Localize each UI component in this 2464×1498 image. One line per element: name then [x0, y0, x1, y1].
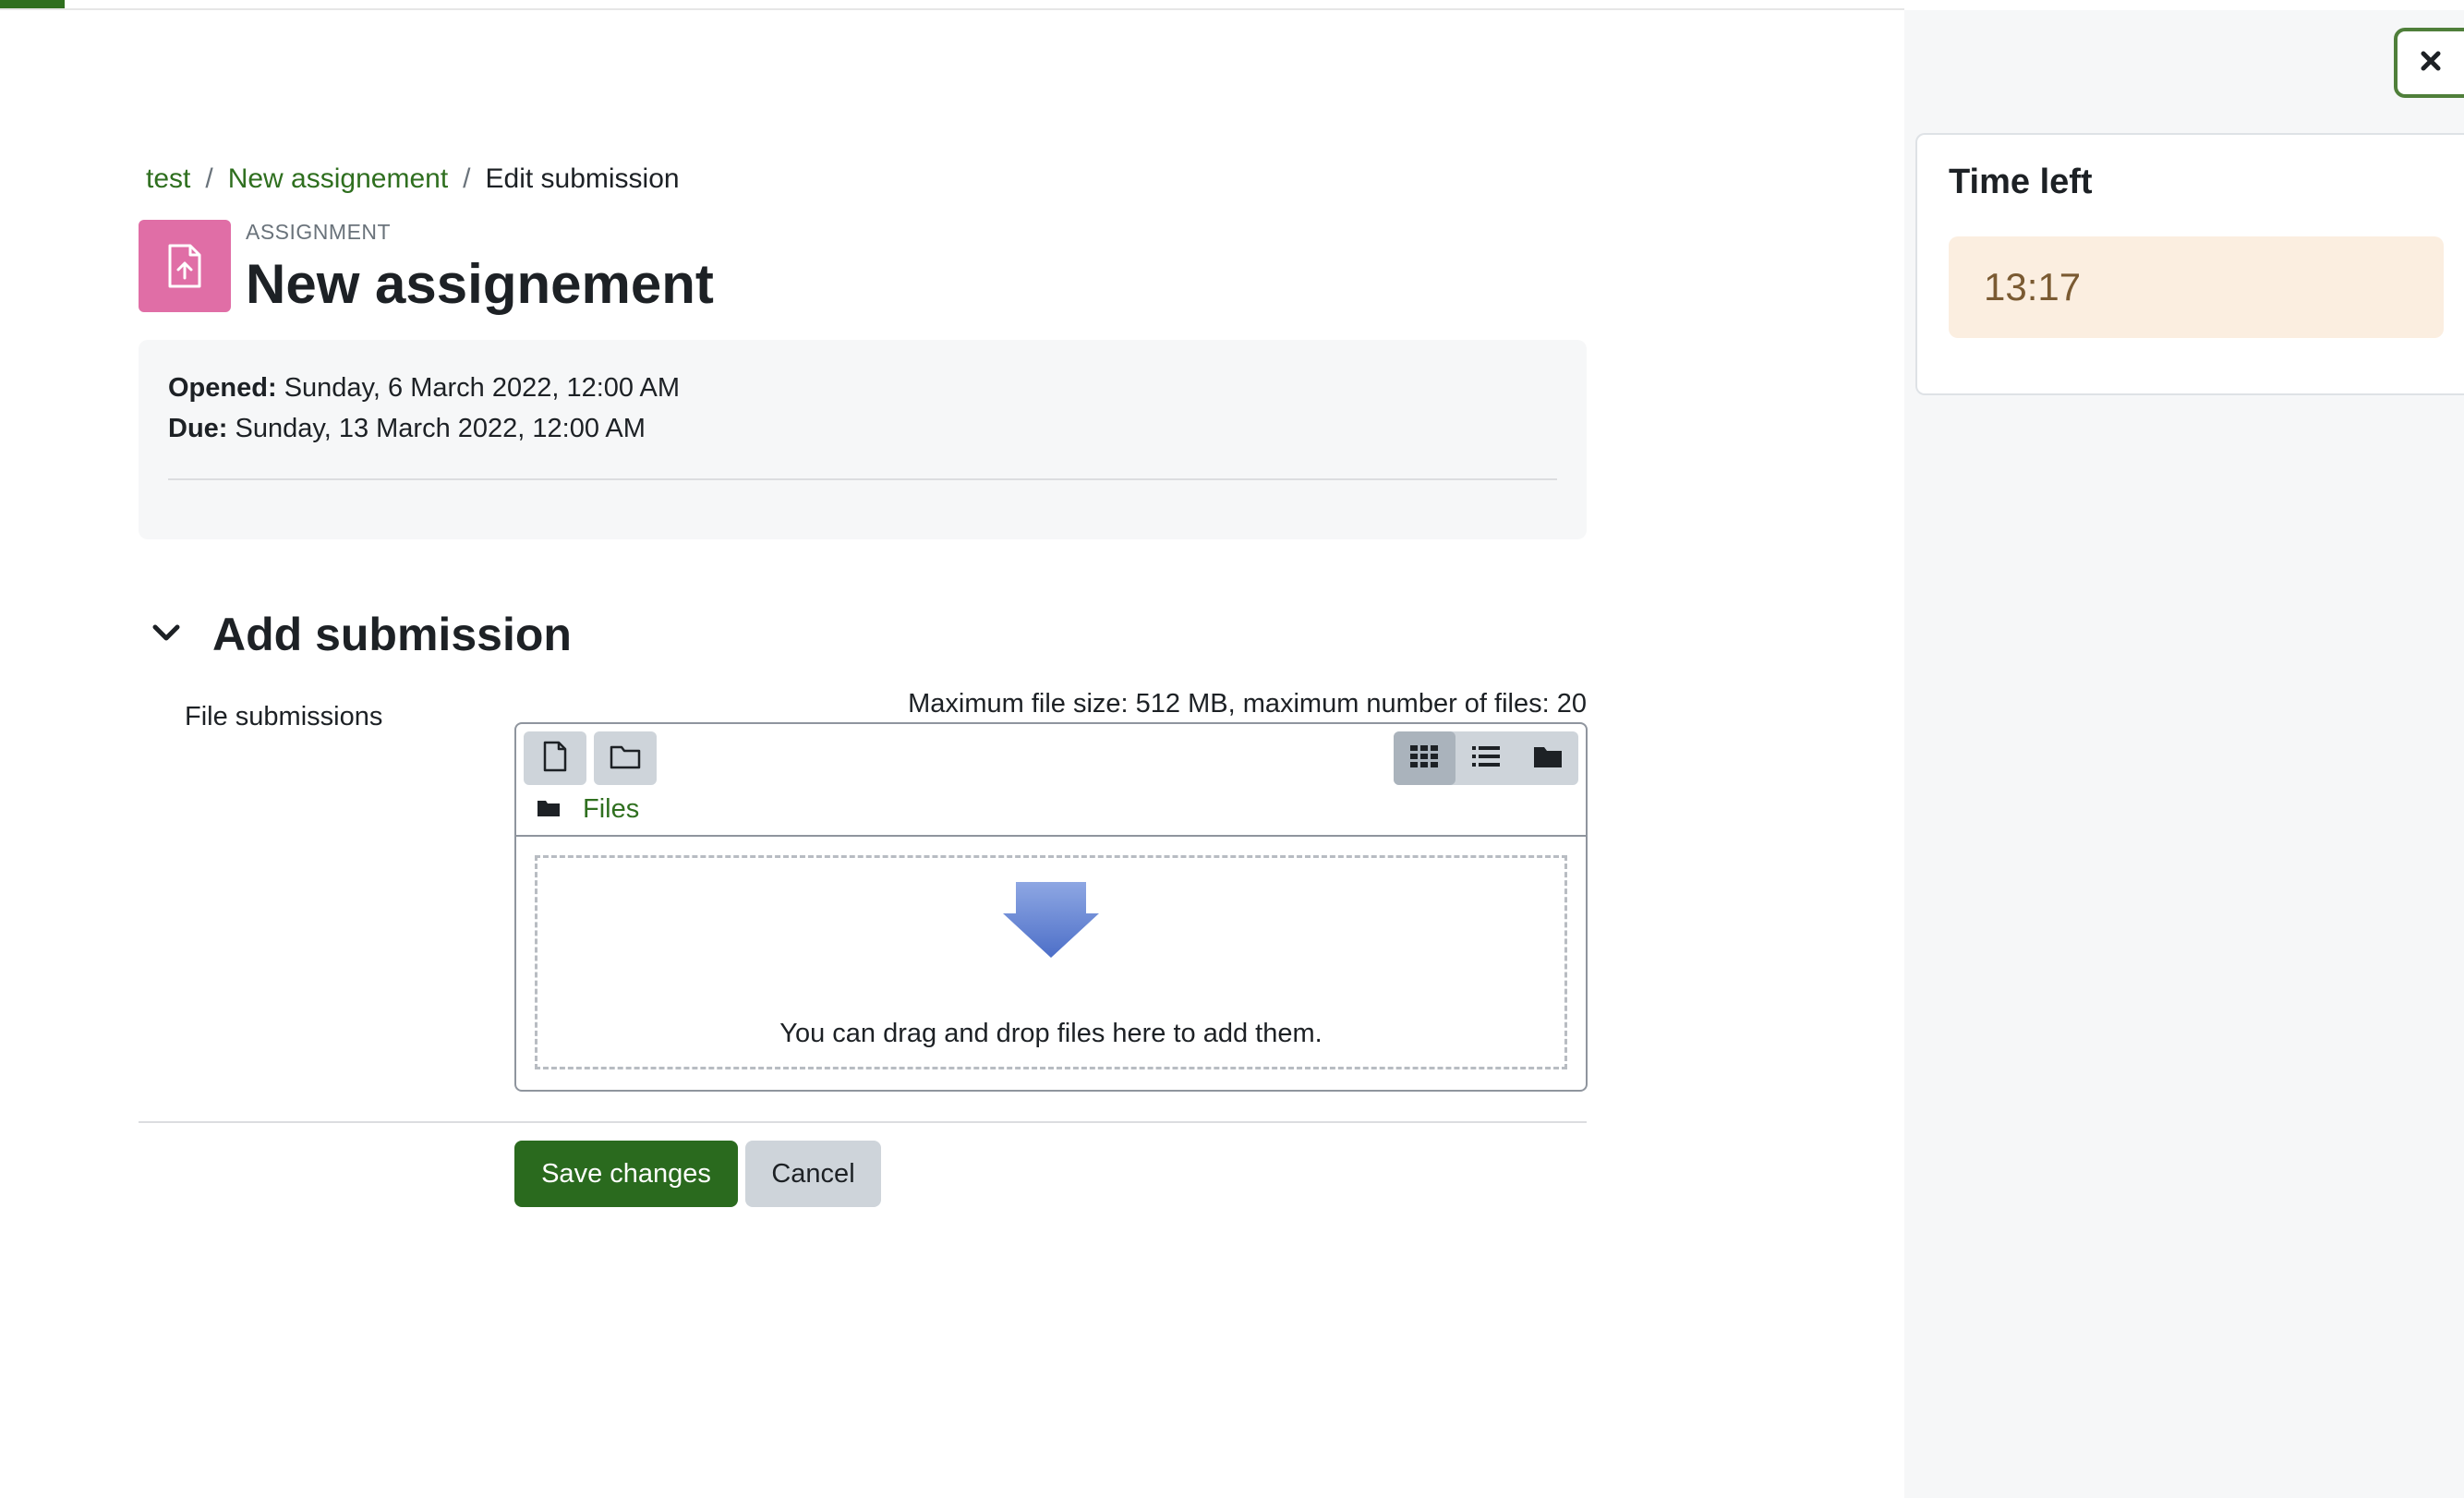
chevron-down-icon — [151, 622, 181, 647]
timer-display: 13:17 — [1949, 236, 2444, 338]
folder-icon — [537, 794, 561, 825]
file-manager: Files You can drag and drop files here t… — [514, 722, 1588, 1092]
header-divider — [0, 8, 1904, 10]
activity-type-label: ASSIGNMENT — [246, 220, 392, 244]
opened-label: Opened: — [168, 373, 277, 403]
view-icons-button[interactable] — [1394, 731, 1455, 785]
add-file-button[interactable] — [524, 731, 586, 785]
file-limits-text: Maximum file size: 512 MB, maximum numbe… — [908, 689, 1587, 719]
view-list-button[interactable] — [1455, 731, 1517, 785]
drop-arrow-icon — [1003, 882, 1099, 962]
timer-title: Time left — [1949, 163, 2093, 201]
form-divider — [139, 1121, 1587, 1123]
file-manager-toolbar — [524, 731, 1578, 785]
activity-dates: Opened: Sunday, 6 March 2022, 12:00 AM D… — [139, 340, 1587, 539]
grid-icon — [1409, 744, 1439, 773]
dropzone-text: You can drag and drop files here to add … — [779, 1019, 1323, 1048]
view-tree-button[interactable] — [1516, 731, 1578, 785]
breadcrumb-separator: / — [463, 163, 471, 194]
due-date: Due: Sunday, 13 March 2022, 12:00 AM — [168, 410, 646, 447]
page-title: New assignement — [246, 253, 714, 315]
opened-date: Opened: Sunday, 6 March 2022, 12:00 AM — [168, 369, 680, 406]
due-value: Sunday, 13 March 2022, 12:00 AM — [235, 414, 646, 443]
create-folder-button[interactable] — [594, 731, 657, 785]
opened-value: Sunday, 6 March 2022, 12:00 AM — [284, 373, 680, 403]
breadcrumb-current: Edit submission — [485, 163, 680, 194]
save-changes-button[interactable]: Save changes — [514, 1141, 738, 1207]
timer-value: 13:17 — [1984, 265, 2082, 308]
dates-divider — [168, 478, 1557, 480]
file-submissions-label: File submissions — [185, 702, 383, 731]
file-manager-path: Files — [537, 794, 639, 825]
file-icon — [542, 741, 568, 777]
folder-outline-icon — [610, 743, 641, 774]
path-item-files[interactable]: Files — [583, 794, 639, 825]
close-drawer-button[interactable] — [2394, 28, 2464, 98]
breadcrumb-item-course[interactable]: test — [146, 159, 190, 199]
cancel-button[interactable]: Cancel — [745, 1141, 881, 1207]
breadcrumb-item-assignment[interactable]: New assignement — [228, 159, 448, 199]
file-dropzone[interactable]: You can drag and drop files here to add … — [535, 855, 1567, 1069]
close-icon — [2420, 50, 2442, 77]
section-title: Add submission — [212, 609, 572, 660]
section-toggle-add-submission[interactable]: Add submission — [151, 600, 572, 669]
page-progress-bar — [0, 0, 65, 8]
assignment-upload-icon — [139, 220, 231, 312]
folder-icon — [1533, 744, 1563, 773]
file-manager-divider — [516, 835, 1586, 837]
list-icon — [1471, 744, 1501, 773]
timer-block: Time left 13:17 — [1915, 133, 2464, 395]
view-mode-switcher — [1394, 731, 1578, 785]
breadcrumb-separator: / — [205, 163, 213, 194]
due-label: Due: — [168, 414, 228, 443]
breadcrumb: test / New assignement / Edit submission — [146, 159, 680, 199]
